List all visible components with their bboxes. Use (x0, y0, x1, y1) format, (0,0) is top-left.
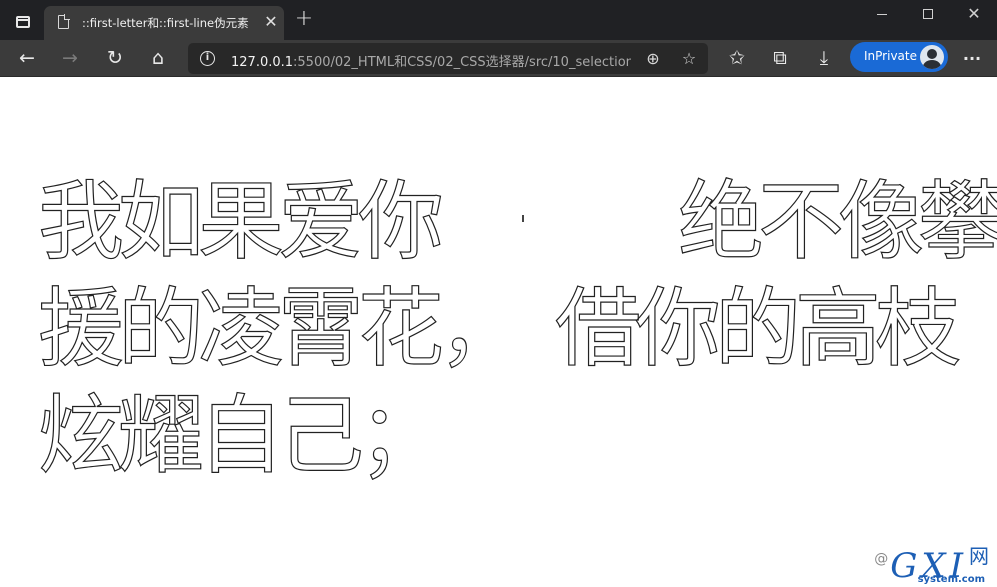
minimize-button[interactable] (859, 0, 905, 28)
zoom-icon[interactable]: ⊕ (640, 47, 666, 71)
address-bar[interactable]: i 127.0.0.1:5500/02_HTML和CSS/02_CSS选择器/s… (188, 43, 708, 74)
tab-title: ::first-letter和::first-line伪元素 (82, 16, 249, 30)
close-icon: ✕ (967, 4, 981, 23)
tab-close-icon[interactable]: ✕ (261, 12, 281, 32)
inprivate-label: InPrivate (864, 49, 917, 63)
back-button[interactable]: ← (10, 42, 44, 74)
forward-button[interactable]: → (53, 42, 87, 74)
tab-actions-icon (16, 16, 30, 28)
maximize-button[interactable] (905, 0, 951, 28)
collections-icon[interactable]: ⧉ (763, 42, 797, 74)
inprivate-button[interactable]: InPrivate (850, 42, 948, 72)
url-text[interactable]: 127.0.0.1:5500/02_HTML和CSS/02_CSS选择器/src… (231, 51, 631, 70)
url-host: 127.0.0.1 (231, 55, 294, 70)
watermark-cn: 网 (969, 544, 989, 568)
watermark-at: @ (874, 551, 889, 567)
watermark: @ GXI 网 system.com (874, 544, 989, 585)
selection-caret (522, 215, 524, 222)
poem-line-1: 我如果爱你 绝不像攀 (37, 171, 997, 272)
new-tab-button[interactable]: + (292, 8, 316, 32)
tab-active[interactable]: ::first-letter和::first-line伪元素 ✕ (44, 6, 284, 40)
site-info-icon[interactable]: i (200, 51, 215, 66)
minimize-icon (877, 13, 887, 15)
avatar (920, 45, 944, 69)
window-controls: ✕ (859, 0, 997, 28)
settings-menu-button[interactable]: ··· (955, 42, 989, 74)
url-path: :5500/02_HTML和CSS/02_CSS选择器/src/10_selec… (293, 55, 631, 70)
tab-actions-button[interactable] (8, 8, 38, 36)
tab-strip: ::first-letter和::first-line伪元素 ✕ + ✕ (0, 0, 997, 40)
home-button[interactable]: ⌂ (141, 42, 175, 74)
browser-toolbar: ← → ↻ ⌂ i 127.0.0.1:5500/02_HTML和CSS/02_… (0, 40, 997, 77)
favorites-icon[interactable]: ✩ (720, 42, 754, 74)
poem-paragraph: 我如果爱你 绝不像攀 援的凌霄花， 借你的高枝 炫耀自己； (37, 169, 997, 490)
watermark-domain: system.com (917, 574, 985, 585)
page-icon (58, 14, 70, 29)
page-viewport: 我如果爱你 绝不像攀 援的凌霄花， 借你的高枝 炫耀自己； @ GXI 网 sy… (0, 78, 997, 587)
add-favorite-icon[interactable]: ☆ (676, 47, 702, 71)
downloads-icon[interactable]: ⤓ (807, 42, 841, 74)
maximize-icon (923, 9, 933, 19)
close-window-button[interactable]: ✕ (951, 0, 997, 28)
poem-line-2: 援的凌霄花， 借你的高枝 (37, 278, 961, 379)
poem-line-3: 炫耀自己； (37, 385, 444, 486)
reload-button[interactable]: ↻ (98, 42, 132, 74)
